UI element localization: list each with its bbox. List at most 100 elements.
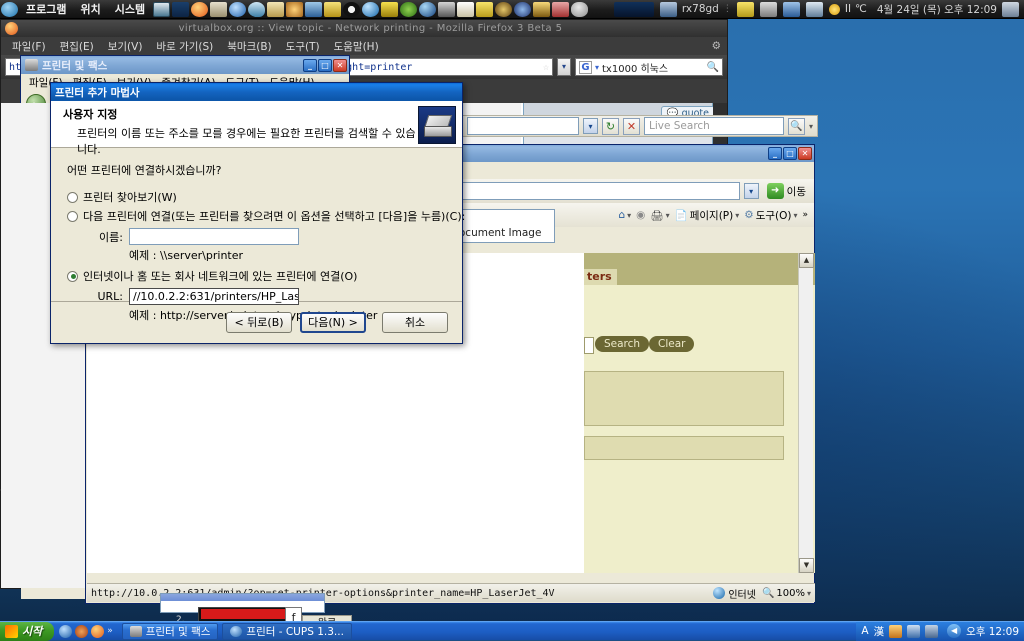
tux-icon[interactable] — [533, 1, 551, 17]
minimize-button[interactable]: _ — [303, 58, 317, 72]
gnome-clock[interactable]: 4월 24일 (목) 오후 12:09 — [871, 2, 997, 17]
ie-zoom-control[interactable]: 🔍 100% ▾ — [762, 588, 811, 599]
image-viewer-icon[interactable] — [305, 1, 323, 17]
firefox-icon[interactable] — [191, 1, 209, 17]
menu-file[interactable]: 파일(F) — [5, 39, 53, 54]
chat-icon[interactable] — [248, 1, 266, 17]
command-overflow-button[interactable]: » — [802, 210, 808, 220]
menu-tools[interactable]: 도구(T) — [279, 39, 327, 54]
help-icon[interactable] — [907, 624, 921, 638]
maximize-button[interactable]: □ — [783, 147, 797, 160]
globe-icon[interactable] — [362, 1, 380, 17]
kaleidoscope-icon[interactable] — [286, 1, 304, 17]
camera-icon[interactable] — [438, 1, 456, 17]
opera-icon[interactable] — [343, 1, 361, 17]
explorer-window-buttons[interactable]: _ □ ✕ — [303, 58, 347, 72]
printer-name-input[interactable] — [129, 228, 299, 245]
tiny-titlebar[interactable] — [161, 594, 324, 601]
text-editor-icon[interactable] — [267, 1, 285, 17]
planet-icon[interactable] — [419, 1, 437, 17]
apps-icon[interactable] — [552, 1, 570, 17]
archive-icon[interactable] — [324, 1, 342, 17]
cancel-button[interactable]: 취소 — [382, 312, 448, 333]
radio-button[interactable] — [67, 191, 78, 203]
taskbar-item-printers-and-faxes[interactable]: 프린터 및 팩스 — [121, 622, 219, 640]
radio-browse-printer[interactable]: 프린터 찾아보기(W) — [67, 189, 446, 205]
google-icon[interactable]: G — [579, 60, 592, 74]
maximize-button[interactable]: □ — [318, 58, 332, 72]
firefox-search-box[interactable]: G ▾ tx1000 히눅스 🔍 — [575, 58, 723, 76]
wow-icon[interactable] — [495, 1, 513, 17]
network-icon[interactable] — [659, 1, 677, 17]
window-switch-icon[interactable] — [782, 1, 800, 17]
cups-search-input[interactable] — [584, 337, 594, 354]
feeds-button[interactable]: ◉ — [636, 209, 645, 221]
ie-inner-address-input[interactable] — [467, 117, 579, 135]
notes-icon[interactable] — [457, 1, 475, 17]
back-button[interactable]: < 뒤로(B) — [226, 312, 292, 333]
cups-clear-button[interactable]: Clear — [649, 336, 695, 352]
search-icon[interactable]: 🔍 — [707, 62, 719, 73]
scroll-up-button[interactable]: ▲ — [799, 253, 814, 268]
wizard-titlebar[interactable]: 프린터 추가 마법사 — [51, 83, 462, 101]
close-button[interactable]: ✕ — [333, 58, 347, 72]
radio-internet-printer[interactable]: 인터넷이나 홈 또는 회사 네트워크에 있는 프린터에 연결(O) — [67, 268, 446, 284]
close-button[interactable]: ✕ — [798, 147, 812, 160]
chevron-down-icon[interactable]: ▾ — [595, 63, 599, 72]
home-button[interactable]: ⌂ ▾ — [618, 209, 631, 221]
monitor-graph-icon[interactable] — [613, 1, 654, 17]
menu-view[interactable]: 보기(V) — [101, 39, 150, 54]
show-desktop-icon[interactable]: ◀ — [947, 624, 962, 638]
jedit-icon[interactable] — [381, 1, 399, 17]
radio-connect-printer[interactable]: 다음 프린터에 연결(또는 프린터를 찾으려면 이 옵션을 선택하고 [다음]을… — [67, 208, 465, 224]
firefox-titlebar[interactable]: virtualbox.org :: View topic - Network p… — [1, 20, 727, 37]
file-manager-icon[interactable] — [210, 1, 228, 17]
start-button[interactable]: 시작 — [0, 621, 55, 641]
radio-button[interactable] — [67, 270, 78, 282]
cups-tab-printers[interactable]: ters — [584, 269, 617, 285]
gnome-menu-system[interactable]: 시스템 — [108, 1, 152, 17]
menu-help[interactable]: 도움말(H) — [327, 39, 386, 54]
network-icon[interactable] — [925, 624, 939, 638]
print-button[interactable]: 🖨 ▾ — [650, 209, 669, 222]
chevron-down-icon[interactable]: ▾ — [743, 183, 759, 199]
quick-launch-overflow[interactable]: » — [107, 626, 113, 636]
menu-edit[interactable]: 편집(E) — [53, 39, 101, 54]
ie-icon[interactable] — [59, 624, 73, 638]
gnome-menu-programs[interactable]: 프로그램 — [19, 1, 73, 17]
taskbar-item-cups[interactable]: 프린터 - CUPS 1.3... — [222, 622, 352, 640]
gnome-menu-places[interactable]: 위치 — [73, 1, 107, 17]
ime-hanja-indicator[interactable]: 漢 — [874, 624, 885, 639]
ie-window-buttons[interactable]: _ □ ✕ — [768, 147, 812, 160]
ime-latin-indicator[interactable]: A — [861, 625, 868, 637]
search-icon[interactable]: 🔍 — [787, 117, 805, 135]
chevron-down-icon[interactable]: ▾ — [557, 58, 571, 76]
go-button[interactable]: ➜ 이동 — [763, 183, 810, 199]
system-monitor-icon[interactable] — [172, 1, 190, 17]
explorer-titlebar[interactable]: 프린터 및 팩스 _ □ ✕ — [21, 56, 349, 74]
chevron-down-icon[interactable]: ▾ — [582, 118, 598, 134]
star-icon[interactable]: ☆ — [543, 62, 549, 73]
chevron-down-icon[interactable]: ▾ — [809, 122, 813, 131]
stop-icon[interactable]: ✕ — [622, 117, 640, 135]
add-printer-wizard-dialog[interactable]: 프린터 추가 마법사 사용자 지정 프린터의 이름 또는 주소를 모를 경우에는… — [50, 82, 465, 344]
terminal-icon[interactable] — [153, 1, 171, 17]
ime-pad-icon[interactable] — [889, 624, 903, 638]
volume-icon[interactable] — [805, 1, 823, 17]
gimp-icon[interactable] — [400, 1, 418, 17]
wizard-name-field-row[interactable]: 이름: — [67, 228, 446, 245]
next-button[interactable]: 다음(N) > — [300, 312, 366, 333]
scroll-down-button[interactable]: ▼ — [799, 558, 814, 573]
refresh-icon[interactable]: ↻ — [601, 117, 619, 135]
media-icon[interactable] — [75, 624, 89, 638]
page-menu-button[interactable]: 📄 페이지(P) ▾ — [675, 208, 740, 223]
gnome-logo-icon[interactable] — [1, 1, 18, 17]
brightness-icon[interactable] — [828, 3, 840, 15]
ie-security-zone[interactable]: 인터넷 — [713, 586, 756, 601]
quick-launch-bar[interactable]: » — [54, 624, 118, 638]
menu-go[interactable]: 바로 가기(S) — [149, 39, 220, 54]
cups-search-button[interactable]: Search — [595, 336, 650, 352]
ie-vertical-scrollbar[interactable]: ▲ ▼ — [798, 253, 814, 573]
skull-icon[interactable] — [571, 1, 589, 17]
firefox-menubar[interactable]: 파일(F) 편집(E) 보기(V) 바로 가기(S) 북마크(B) 도구(T) … — [1, 37, 727, 55]
